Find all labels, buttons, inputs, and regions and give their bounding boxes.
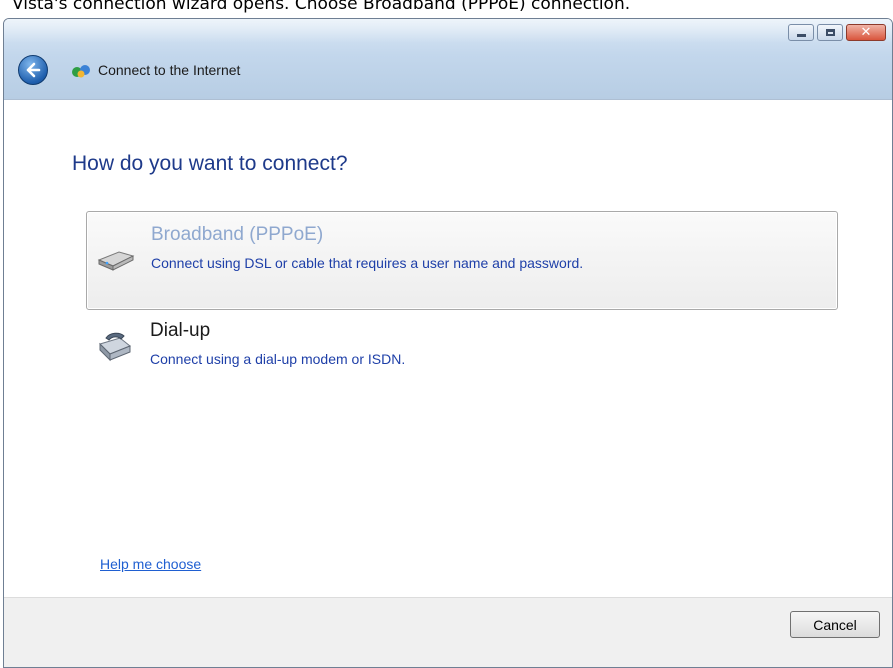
caption-text: Vista's connection wizard opens. Choose … [12,0,631,14]
window-title: Connect to the Internet [98,62,241,78]
broadband-modem-icon [97,251,135,271]
help-me-choose-link[interactable]: Help me choose [100,556,201,572]
wizard-content: How do you want to connect? Broadband (P… [4,100,892,597]
minimize-button[interactable] [788,24,814,41]
network-globe-icon [72,65,90,78]
broadband-option-title: Broadband (PPPoE) [151,224,324,245]
maximize-button[interactable] [817,24,843,41]
dialup-option[interactable]: Dial-up Connect using a dial-up modem or… [86,316,838,386]
back-arrow-icon [26,62,41,78]
window-controls: ✕ [788,24,886,41]
page-heading: How do you want to connect? [72,152,348,175]
dialup-option-description: Connect using a dial-up modem or ISDN. [150,351,406,367]
back-button[interactable] [18,55,48,85]
cancel-button[interactable]: Cancel [790,611,880,638]
close-icon: ✕ [860,25,872,40]
maximize-icon [825,29,835,36]
wizard-footer: Cancel [4,597,892,667]
title-bar-sheen [4,19,892,43]
title-bar: ✕ Connect to the Internet [4,19,892,100]
close-button[interactable]: ✕ [846,24,886,41]
wizard-window: ✕ Connect to the Internet How do you wan… [3,18,893,668]
minimize-icon [796,33,806,37]
broadband-option-description: Connect using DSL or cable that requires… [151,255,584,271]
dialup-option-title: Dial-up [150,320,211,341]
dialup-phone-icon [99,332,131,362]
broadband-option[interactable]: Broadband (PPPoE) Connect using DSL or c… [86,211,838,310]
